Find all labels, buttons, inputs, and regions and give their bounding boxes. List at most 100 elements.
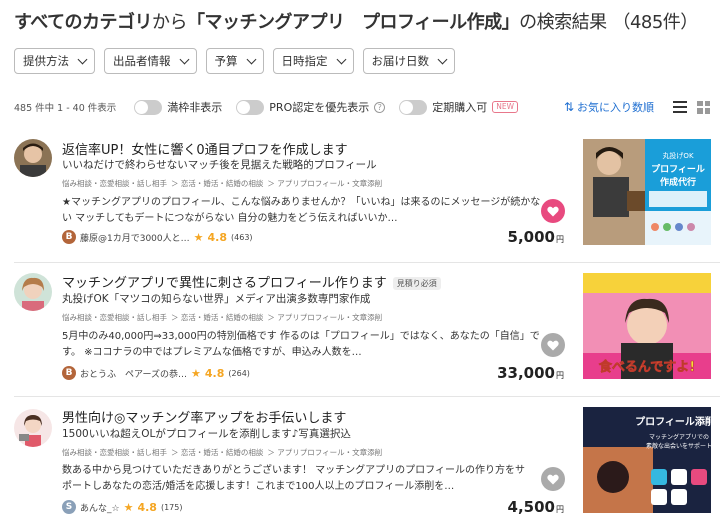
seller-name[interactable]: おとうふ ペアーズの恭… [80, 367, 187, 380]
quote-required-badge: 見積り必須 [392, 277, 441, 290]
favorite-button[interactable] [541, 333, 565, 357]
list-view-icon[interactable] [673, 100, 687, 113]
category-link[interactable]: ＞ アプリプロフィール・文章添削 [267, 313, 382, 322]
avatar[interactable] [14, 139, 52, 177]
heart-icon [547, 336, 559, 355]
listing-thumbnail[interactable]: 丸投げOK プロフィール 作成代行 [583, 139, 711, 245]
title-query: 「マッチングアプリ プロフィール作成」 [187, 12, 520, 33]
sort-dropdown[interactable]: ⇅ お気に入り数順 [564, 99, 654, 115]
chevron-down-icon [336, 54, 346, 64]
listing-subtitle: 1500いいね超えOLがプロフィールを添削します♪写真選択込 [62, 428, 351, 440]
title-category: すべてのカテゴリ [14, 12, 153, 33]
toggle-subscription[interactable]: 定期購入可 NEW [399, 99, 518, 115]
result-toolbar: 485 件中 1 - 40 件表示 満枠非表示 PRO認定を優先表示? 定期購入… [14, 96, 710, 118]
listing-card[interactable]: マッチングアプリで異性に刺さるプロフィール作ります 見積り必須 丸投げOK「マツコ… [14, 262, 720, 392]
toggle-hide-full[interactable]: 満枠非表示 [134, 99, 222, 115]
price: 33,000円 [497, 364, 564, 382]
avatar[interactable] [14, 409, 52, 447]
listing-subtitle: いいねだけで終わらせないマッチ後を見据えた戦略的プロフィール [62, 159, 377, 171]
toggle-label: 満枠非表示 [167, 101, 223, 114]
listing-description: 数ある中から見つけていただきありがとうございます！ マッチングアプリのプロフィー… [62, 465, 525, 492]
favorite-button[interactable] [541, 199, 565, 223]
star-icon: ★ [193, 230, 204, 244]
listing-title[interactable]: マッチングアプリで異性に刺さるプロフィール作ります 見積り必須 [62, 272, 441, 291]
toggle-switch[interactable] [236, 99, 265, 115]
star-icon: ★ [123, 500, 134, 514]
category-link[interactable]: ＞ アプリプロフィール・文章添削 [267, 179, 382, 188]
rating: 4.8 [204, 366, 225, 380]
rating: 4.8 [207, 230, 228, 244]
seller-info: B おとうふ ペアーズの恭… ★ 4.8 (264) [62, 366, 250, 380]
toggle-label: 定期購入可 [432, 101, 488, 114]
filter-label: 日時指定 [281, 54, 328, 68]
filter-delivery-days[interactable]: お届け日数 [362, 48, 455, 74]
price-unit: 円 [556, 235, 564, 244]
filter-date[interactable]: 日時指定 [272, 48, 354, 74]
filter-delivery-method[interactable]: 提供方法 [14, 48, 95, 74]
seller-name[interactable]: あんな_☆ [80, 501, 120, 514]
category-link[interactable]: ＞ 恋活・婚活・結婚の相談 [171, 448, 263, 457]
price: 5,000円 [508, 228, 564, 246]
toggle-switch[interactable] [399, 99, 428, 115]
seller-info: B 藤原@1カ月で3000人と… ★ 4.8 (463) [62, 230, 253, 244]
heart-icon [547, 470, 559, 489]
result-count: 485 件中 1 - 40 件表示 [14, 103, 117, 114]
title-connector: から [152, 12, 188, 33]
filter-seller-info[interactable]: 出品者情報 [104, 48, 197, 74]
category-link[interactable]: 悩み相談・恋愛相談・話し相手 [62, 179, 167, 188]
help-icon[interactable]: ? [374, 101, 386, 113]
view-switcher [673, 100, 710, 114]
listing-thumbnail[interactable]: 食べるんですよ! [583, 273, 711, 379]
chevron-down-icon [437, 54, 448, 64]
listing-card[interactable]: 返信率UP！女性に響く0通目プロフを作成します いいねだけで終わらせないマッチ後… [14, 133, 720, 263]
price-unit: 円 [556, 505, 564, 514]
price-value: 5,000 [507, 228, 555, 246]
heart-icon [547, 202, 559, 221]
listing-categories: 悩み相談・恋愛相談・話し相手 ＞ 恋活・婚活・結婚の相談 ＞ アプリプロフィール・文… [62, 312, 386, 323]
listing-title[interactable]: 男性向け◎マッチング率アップをお手伝いします [62, 407, 346, 426]
listing-description: 5月中のみ40,000円⇒33,000円の特別価格です 作るのは「プロフィール」… [62, 331, 540, 358]
toggle-pro-first[interactable]: PRO認定を優先表示? [236, 99, 386, 115]
thumb-text: 食べるんですよ! [599, 359, 695, 375]
toggle-label: PRO認定を優先表示 [269, 101, 370, 114]
listing-categories: 悩み相談・恋愛相談・話し相手 ＞ 恋活・婚活・結婚の相談 ＞ アプリプロフィール・文… [62, 178, 386, 189]
category-link[interactable]: ＞ 恋活・婚活・結婚の相談 [171, 179, 263, 188]
title-suffix: の検索結果 [519, 12, 607, 33]
page-title: すべてのカテゴリから「マッチングアプリ プロフィール作成」の検索結果 （485件… [14, 8, 698, 34]
listing-title-text[interactable]: マッチングアプリで異性に刺さるプロフィール作ります [62, 276, 387, 291]
thumb-text: 作成代行 [660, 176, 696, 188]
review-count: (264) [228, 368, 250, 378]
thumb-text: プロフィール添削 [635, 415, 711, 428]
listing-thumbnail[interactable]: プロフィール添削 マッチングアプリでの 素敵な出会いをサポート [583, 407, 711, 513]
filter-label: 提供方法 [23, 54, 69, 68]
thumb-text: 素敵な出会いをサポート [646, 442, 711, 450]
sort-label: お気に入り数順 [577, 101, 654, 114]
listing-description: ★マッチングアプリのプロフィール、こんな悩みありませんか？「いいね」は来るのにメ… [62, 197, 541, 224]
rating: 4.8 [137, 500, 157, 514]
listing-subtitle: 丸投げOK「マツコの知らない世界」メディア出演多数専門家作成 [62, 293, 371, 305]
category-link[interactable]: ＞ アプリプロフィール・文章添削 [267, 448, 382, 457]
thumb-text: マッチングアプリでの [649, 433, 709, 441]
chevron-down-icon [246, 54, 256, 64]
rank-badge: B [62, 230, 76, 244]
filter-budget[interactable]: 予算 [205, 48, 264, 74]
filter-label: 出品者情報 [113, 54, 171, 68]
filter-label: お届け日数 [371, 54, 430, 68]
chevron-down-icon [77, 54, 88, 64]
filter-label: 予算 [214, 54, 238, 68]
category-link[interactable]: 悩み相談・恋愛相談・話し相手 [62, 448, 167, 457]
seller-name[interactable]: 藤原@1カ月で3000人と… [80, 231, 190, 244]
listing-title[interactable]: 返信率UP！女性に響く0通目プロフを作成します [62, 139, 348, 158]
title-count: （485件） [612, 12, 698, 33]
review-count: (175) [160, 502, 183, 512]
listing-card[interactable]: 男性向け◎マッチング率アップをお手伝いします 1500いいね超えOLがプロフィー… [14, 396, 720, 526]
favorite-button[interactable] [541, 467, 565, 491]
sort-arrows-icon: ⇅ [563, 100, 574, 114]
price-unit: 円 [556, 371, 564, 380]
avatar[interactable] [14, 273, 52, 311]
star-icon: ★ [191, 366, 201, 380]
toggle-switch[interactable] [134, 99, 163, 115]
category-link[interactable]: ＞ 恋活・婚活・結婚の相談 [171, 313, 263, 322]
grid-view-icon[interactable] [697, 100, 710, 114]
category-link[interactable]: 悩み相談・恋愛相談・話し相手 [62, 313, 167, 322]
